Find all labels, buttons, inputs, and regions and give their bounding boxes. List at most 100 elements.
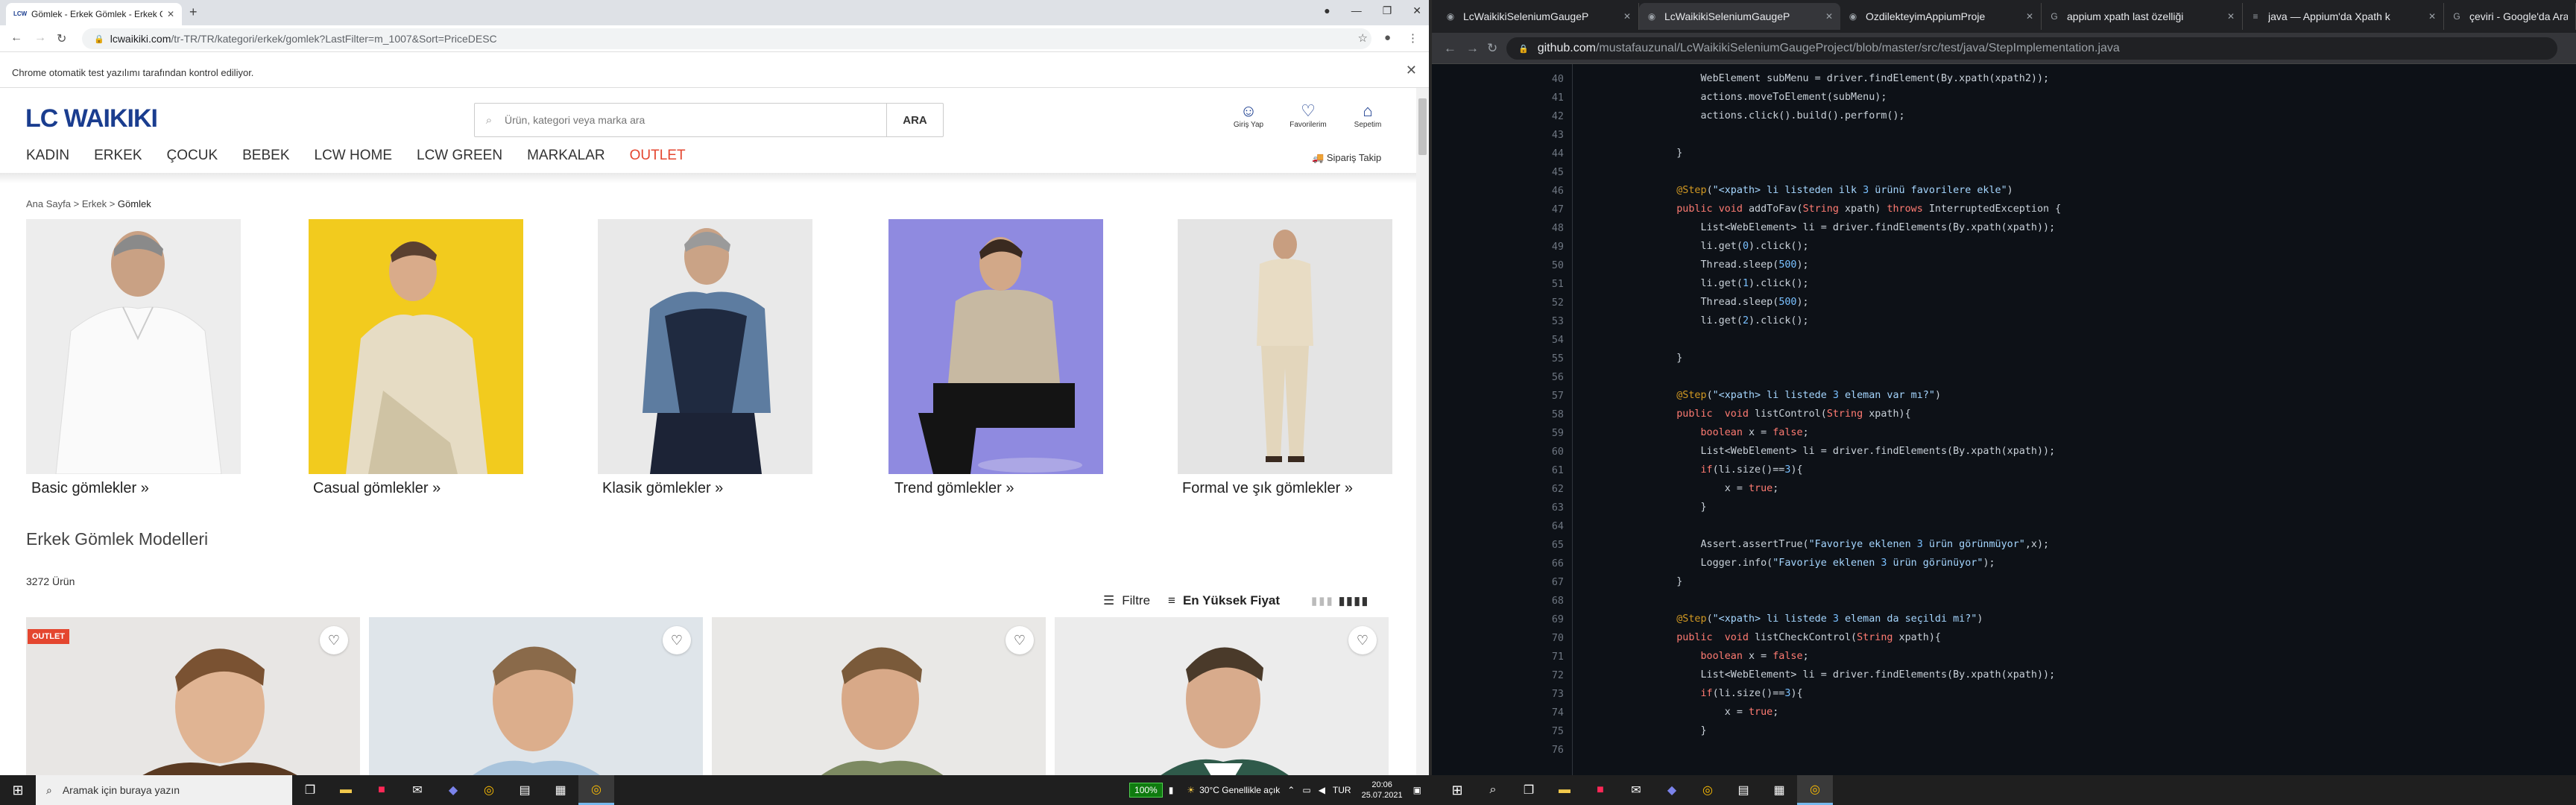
- close-tab-icon[interactable]: ✕: [2227, 11, 2235, 22]
- line-number[interactable]: 47: [1432, 204, 1564, 215]
- line-number[interactable]: 63: [1432, 502, 1564, 514]
- maximize-icon[interactable]: ❐: [1383, 4, 1392, 17]
- breadcrumb-home[interactable]: Ana Sayfa: [26, 198, 71, 209]
- mail-icon[interactable]: ✉: [400, 775, 435, 805]
- line-number[interactable]: 68: [1432, 596, 1564, 607]
- product-card[interactable]: ♡: [712, 617, 1046, 775]
- tab-stackoverflow[interactable]: ≡ java — Appium'da Xpath k ✕: [2243, 3, 2444, 30]
- notepad-icon[interactable]: ▤: [507, 775, 543, 805]
- windows-start-icon[interactable]: ⊞: [0, 783, 36, 798]
- line-number[interactable]: 64: [1432, 521, 1564, 532]
- notepad-icon[interactable]: ▤: [1726, 775, 1761, 805]
- chrome-icon[interactable]: ◎: [471, 775, 507, 805]
- volume-icon[interactable]: ◀: [1319, 785, 1325, 795]
- basic-shirts-image[interactable]: [26, 219, 241, 474]
- grid-view-toggle[interactable]: ▮▮▮ ▮▮▮▮: [1311, 594, 1369, 607]
- scrollbar-thumb[interactable]: [1418, 98, 1427, 155]
- language-indicator[interactable]: TUR: [1333, 785, 1351, 795]
- line-number[interactable]: 50: [1432, 260, 1564, 271]
- line-number[interactable]: 71: [1432, 651, 1564, 663]
- cart-link[interactable]: ⌂ Sepetim: [1342, 101, 1394, 129]
- login-link[interactable]: ☺ Giriş Yap: [1222, 101, 1275, 129]
- product-card[interactable]: OUTLET ♡: [26, 617, 360, 775]
- casual-shirts-image[interactable]: [309, 219, 523, 474]
- photos-icon[interactable]: ▦: [1761, 775, 1797, 805]
- line-number[interactable]: 75: [1432, 726, 1564, 737]
- search-input[interactable]: [496, 105, 886, 135]
- product-card[interactable]: ♡: [369, 617, 703, 775]
- new-tab-icon[interactable]: +: [189, 4, 198, 20]
- line-number[interactable]: 54: [1432, 335, 1564, 346]
- classic-shirts-link[interactable]: Klasik gömlekler »: [602, 480, 723, 497]
- sort-dropdown[interactable]: En Yüksek Fiyat: [1183, 593, 1280, 608]
- close-tab-icon[interactable]: ✕: [2026, 11, 2033, 22]
- tab-github-1[interactable]: ◉ LcWaikikiSeleniumGaugeP ✕: [1438, 3, 1639, 30]
- line-number[interactable]: 67: [1432, 577, 1564, 588]
- nav-outlet[interactable]: OUTLET: [630, 148, 686, 164]
- network-icon[interactable]: ▭: [1302, 785, 1310, 795]
- casual-shirts-link[interactable]: Casual gömlekler »: [313, 480, 441, 497]
- line-number[interactable]: 48: [1432, 223, 1564, 234]
- classic-shirts-image[interactable]: [598, 219, 812, 474]
- menu-dots-icon[interactable]: ⋮: [1407, 31, 1418, 45]
- line-number[interactable]: 59: [1432, 428, 1564, 439]
- bookmark-star-icon[interactable]: ☆: [1357, 31, 1367, 45]
- product-card[interactable]: ♡: [1055, 617, 1389, 775]
- nav-bebek[interactable]: BEBEK: [242, 148, 289, 164]
- page-scrollbar[interactable]: [1416, 88, 1429, 775]
- intellij-icon[interactable]: ■: [1582, 775, 1618, 805]
- basic-shirts-link[interactable]: Basic gömlekler »: [31, 480, 149, 497]
- line-number[interactable]: 57: [1432, 391, 1564, 402]
- line-number[interactable]: 58: [1432, 409, 1564, 420]
- line-number[interactable]: 56: [1432, 372, 1564, 383]
- nav-cocuk[interactable]: ÇOCUK: [167, 148, 218, 164]
- forward-icon[interactable]: →: [1466, 41, 1479, 56]
- add-to-favorites-heart-icon[interactable]: ♡: [663, 626, 691, 654]
- formal-shirts-link[interactable]: Formal ve şık gömlekler »: [1182, 480, 1353, 497]
- close-tab-icon[interactable]: ✕: [2428, 11, 2436, 22]
- lcwaikiki-logo[interactable]: LC WAIKIKI: [25, 104, 158, 133]
- line-number[interactable]: 43: [1432, 130, 1564, 141]
- line-number[interactable]: 66: [1432, 558, 1564, 569]
- search-button[interactable]: ARA: [886, 104, 943, 136]
- line-number[interactable]: 41: [1432, 92, 1564, 104]
- back-icon[interactable]: ←: [1444, 41, 1456, 56]
- line-number[interactable]: 55: [1432, 353, 1564, 364]
- line-number[interactable]: 73: [1432, 689, 1564, 700]
- line-number[interactable]: 52: [1432, 297, 1564, 309]
- record-icon[interactable]: ●: [1324, 4, 1330, 17]
- profile-icon[interactable]: ●: [1384, 31, 1391, 45]
- add-to-favorites-heart-icon[interactable]: ♡: [320, 626, 348, 654]
- line-number[interactable]: 49: [1432, 242, 1564, 253]
- tab-github-2[interactable]: ◉ LcWaikikiSeleniumGaugeP ✕: [1639, 3, 1840, 30]
- tray-arrow-icon[interactable]: ⌃: [1287, 785, 1295, 795]
- order-track-link[interactable]: 🚚 Sipariş Takip: [1312, 152, 1381, 164]
- line-number[interactable]: 53: [1432, 316, 1564, 327]
- forward-icon[interactable]: →: [34, 31, 46, 45]
- line-number[interactable]: 65: [1432, 540, 1564, 551]
- task-view-icon[interactable]: ❐: [1511, 775, 1547, 805]
- filter-icon[interactable]: ☰: [1103, 593, 1114, 608]
- breadcrumb-men[interactable]: Erkek: [82, 198, 107, 209]
- notification-icon[interactable]: ▣: [1413, 785, 1421, 795]
- file-explorer-icon[interactable]: ▬: [328, 775, 364, 805]
- line-number[interactable]: 45: [1432, 167, 1564, 178]
- search-icon[interactable]: ⌕: [1475, 775, 1511, 805]
- trend-shirts-image[interactable]: [888, 219, 1103, 474]
- chrome-icon[interactable]: ◎: [1690, 775, 1726, 805]
- line-number[interactable]: 46: [1432, 186, 1564, 197]
- tab-lcwaikiki[interactable]: LCW Gömlek - Erkek Gömlek - Erkek G ✕: [6, 3, 182, 25]
- line-number[interactable]: 42: [1432, 111, 1564, 122]
- line-number[interactable]: 72: [1432, 670, 1564, 681]
- line-number[interactable]: 62: [1432, 484, 1564, 495]
- line-number[interactable]: 70: [1432, 633, 1564, 644]
- sort-icon[interactable]: ≡: [1168, 593, 1175, 608]
- nav-erkek[interactable]: ERKEK: [94, 148, 142, 164]
- task-view-icon[interactable]: ❐: [292, 775, 328, 805]
- add-to-favorites-heart-icon[interactable]: ♡: [1348, 626, 1377, 654]
- chrome-active-icon[interactable]: ◎: [1797, 775, 1833, 805]
- minimize-icon[interactable]: —: [1351, 4, 1362, 17]
- tab-github-3[interactable]: ◉ OzdilekteyimAppiumProje ✕: [1840, 3, 2042, 30]
- nav-lcw-home[interactable]: LCW HOME: [315, 148, 393, 164]
- line-number[interactable]: 69: [1432, 614, 1564, 625]
